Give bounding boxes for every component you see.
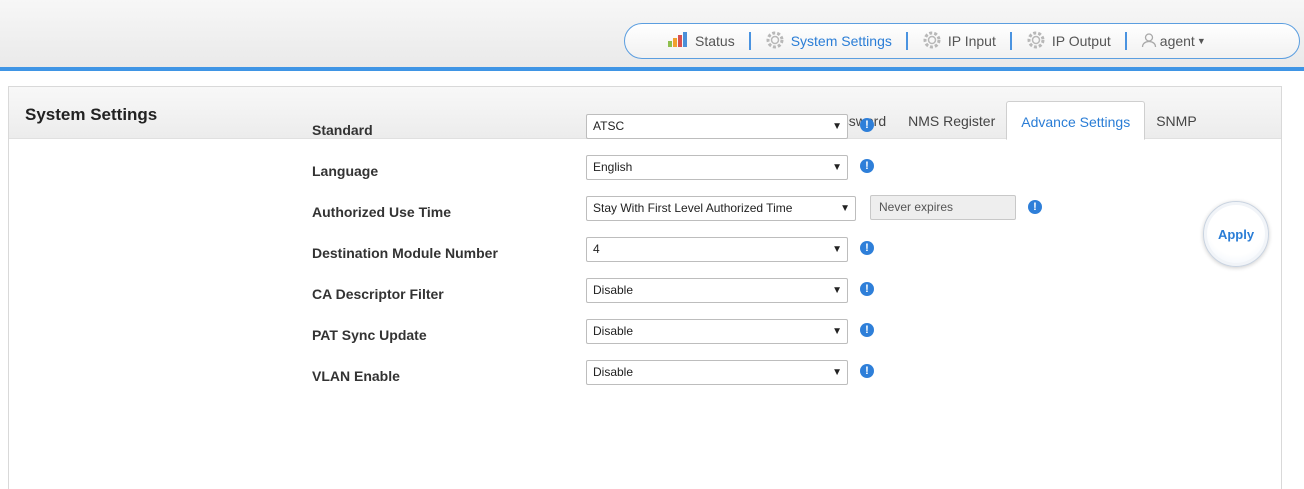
nav-divider bbox=[905, 32, 908, 50]
dropdown-arrow-icon: ▼ bbox=[832, 367, 842, 378]
dropdown-arrow-icon: ▼ bbox=[832, 285, 842, 296]
destination-module-number-label: Destination Module Number bbox=[312, 245, 498, 261]
info-icon[interactable]: ! bbox=[860, 282, 874, 296]
standard-label: Standard bbox=[312, 122, 373, 138]
form-row-authorized-use-time: Authorized Use Time Stay With First Leve… bbox=[310, 194, 1070, 235]
gear-icon bbox=[765, 30, 785, 53]
gear-icon bbox=[922, 30, 942, 53]
form-row-vlan-enable: VLAN Enable Disable ▼ ! bbox=[310, 358, 1070, 399]
nav-status-label: Status bbox=[695, 33, 735, 49]
info-icon[interactable]: ! bbox=[860, 118, 874, 132]
form-row-standard: Standard ATSC ▼ ! bbox=[310, 112, 1070, 153]
top-header: Status System Settings IP Input IP Outpu… bbox=[0, 0, 1304, 69]
language-select[interactable]: English ▼ bbox=[586, 155, 848, 180]
gear-icon bbox=[1026, 30, 1046, 53]
language-value: English bbox=[593, 160, 633, 174]
nav-system-settings[interactable]: System Settings bbox=[765, 30, 892, 53]
nav-divider bbox=[748, 32, 751, 50]
nav-divider bbox=[1009, 32, 1012, 50]
nav-ip-output[interactable]: IP Output bbox=[1026, 30, 1111, 53]
dropdown-arrow-icon: ▼ bbox=[832, 162, 842, 173]
destination-module-number-select[interactable]: 4 ▼ bbox=[586, 237, 848, 262]
header-divider bbox=[0, 67, 1304, 71]
form-row-ca-descriptor-filter: CA Descriptor Filter Disable ▼ ! bbox=[310, 276, 1070, 317]
dropdown-arrow-icon: ▼ bbox=[840, 203, 850, 214]
authorized-use-time-label: Authorized Use Time bbox=[312, 204, 451, 220]
ca-descriptor-filter-value: Disable bbox=[593, 283, 634, 297]
ca-descriptor-filter-label: CA Descriptor Filter bbox=[312, 286, 444, 302]
tab-snmp[interactable]: SNMP bbox=[1145, 101, 1207, 139]
pat-sync-update-select[interactable]: Disable ▼ bbox=[586, 319, 848, 344]
vlan-enable-value: Disable bbox=[593, 365, 634, 379]
authorized-use-time-value: Stay With First Level Authorized Time bbox=[593, 201, 793, 215]
form-row-language: Language English ▼ ! bbox=[310, 153, 1070, 194]
nav-system-settings-label: System Settings bbox=[790, 33, 892, 49]
vlan-enable-select[interactable]: Disable ▼ bbox=[586, 360, 848, 385]
nav-user-menu[interactable]: agent ▼ bbox=[1141, 32, 1206, 51]
pat-sync-update-value: Disable bbox=[593, 324, 634, 338]
chevron-down-icon: ▼ bbox=[1196, 36, 1206, 46]
standard-select[interactable]: ATSC ▼ bbox=[586, 114, 848, 139]
nav-divider bbox=[1124, 32, 1127, 50]
dropdown-arrow-icon: ▼ bbox=[832, 121, 842, 132]
info-icon[interactable]: ! bbox=[860, 159, 874, 173]
top-navigation: Status System Settings IP Input IP Outpu… bbox=[624, 23, 1300, 59]
nav-ip-output-label: IP Output bbox=[1051, 33, 1111, 49]
authorized-expiry-field: Never expires bbox=[870, 195, 1016, 220]
vlan-enable-label: VLAN Enable bbox=[312, 368, 400, 384]
pat-sync-update-label: PAT Sync Update bbox=[312, 327, 427, 343]
language-label: Language bbox=[312, 163, 379, 179]
apply-button[interactable]: Apply bbox=[1203, 201, 1269, 267]
ca-descriptor-filter-select[interactable]: Disable ▼ bbox=[586, 278, 848, 303]
info-icon[interactable]: ! bbox=[1028, 200, 1042, 214]
standard-value: ATSC bbox=[593, 119, 625, 133]
form-row-destination-module-number: Destination Module Number 4 ▼ ! bbox=[310, 235, 1070, 276]
form-row-pat-sync-update: PAT Sync Update Disable ▼ ! bbox=[310, 317, 1070, 358]
nav-user-label: agent bbox=[1159, 33, 1195, 49]
page-title: System Settings bbox=[25, 105, 158, 124]
nav-ip-input[interactable]: IP Input bbox=[922, 30, 996, 53]
bar-chart-icon bbox=[667, 31, 689, 51]
authorized-use-time-select[interactable]: Stay With First Level Authorized Time ▼ bbox=[586, 196, 856, 221]
dropdown-arrow-icon: ▼ bbox=[832, 326, 842, 337]
destination-module-number-value: 4 bbox=[593, 242, 600, 256]
nav-ip-input-label: IP Input bbox=[947, 33, 996, 49]
dropdown-arrow-icon: ▼ bbox=[832, 244, 842, 255]
info-icon[interactable]: ! bbox=[860, 241, 874, 255]
user-icon bbox=[1141, 32, 1157, 51]
info-icon[interactable]: ! bbox=[860, 323, 874, 337]
advance-settings-form: Standard ATSC ▼ ! Language English ▼ ! Aut… bbox=[310, 112, 1070, 399]
info-icon[interactable]: ! bbox=[860, 364, 874, 378]
nav-status[interactable]: Status bbox=[667, 31, 735, 51]
